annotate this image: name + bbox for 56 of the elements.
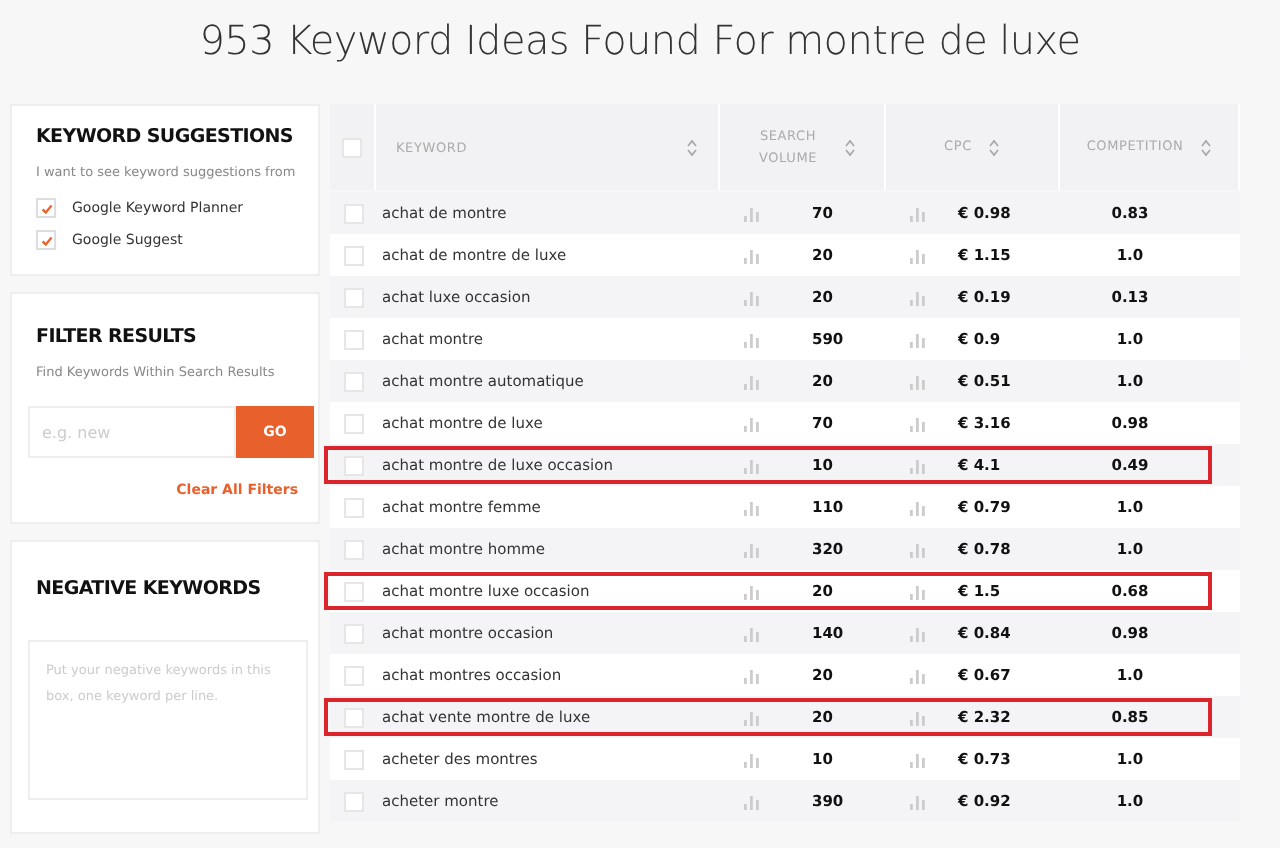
bar-chart-icon[interactable]: [910, 373, 926, 389]
row-checkbox[interactable]: [343, 581, 363, 601]
section-heading: FILTER RESULTS: [36, 326, 199, 348]
row-checkbox[interactable]: [343, 749, 363, 769]
bar-chart-icon[interactable]: [910, 331, 926, 347]
checkbox[interactable]: [36, 198, 56, 218]
sort-icon[interactable]: [1199, 137, 1212, 157]
sort-icon[interactable]: [987, 137, 1000, 157]
bar-chart-icon[interactable]: [744, 751, 760, 767]
bar-chart-icon[interactable]: [744, 667, 760, 683]
sort-icon[interactable]: [686, 137, 698, 157]
row-checkbox[interactable]: [343, 203, 363, 223]
select-all-checkbox[interactable]: [342, 137, 362, 157]
row-checkbox[interactable]: [343, 245, 363, 265]
bar-chart-icon[interactable]: [744, 583, 760, 599]
bar-chart-icon[interactable]: [910, 415, 926, 431]
bar-chart-icon[interactable]: [744, 499, 760, 515]
row-checkbox[interactable]: [343, 329, 363, 349]
section-heading: NEGATIVE KEYWORDS: [36, 578, 263, 600]
bar-chart-icon[interactable]: [744, 709, 760, 725]
bar-chart-icon[interactable]: [910, 499, 926, 515]
bar-chart-icon[interactable]: [744, 457, 760, 473]
row-checkbox[interactable]: [343, 707, 363, 727]
page-title: 953 Keyword Ideas Found For montre de luxe: [197, 14, 1083, 68]
bar-chart-icon[interactable]: [744, 331, 760, 347]
row-checkbox[interactable]: [343, 539, 363, 559]
checkbox[interactable]: [36, 230, 56, 250]
bar-chart-icon[interactable]: [744, 289, 760, 305]
bar-chart-icon[interactable]: [910, 667, 926, 683]
section-heading: KEYWORD SUGGESTIONS: [36, 126, 295, 148]
row-checkbox[interactable]: [343, 413, 363, 433]
sort-icon[interactable]: [844, 137, 856, 157]
bar-chart-icon[interactable]: [910, 583, 926, 599]
bar-chart-icon[interactable]: [910, 205, 926, 221]
row-checkbox[interactable]: [343, 455, 363, 475]
bar-chart-icon[interactable]: [744, 541, 760, 557]
bar-chart-icon[interactable]: [910, 625, 926, 641]
bar-chart-icon[interactable]: [910, 709, 926, 725]
bar-chart-icon[interactable]: [910, 751, 926, 767]
row-checkbox[interactable]: [343, 287, 363, 307]
bar-chart-icon[interactable]: [744, 205, 760, 221]
row-checkbox[interactable]: [343, 371, 363, 391]
bar-chart-icon[interactable]: [910, 247, 926, 263]
row-checkbox[interactable]: [343, 791, 363, 811]
row-checkbox[interactable]: [343, 623, 363, 643]
bar-chart-icon[interactable]: [910, 541, 926, 557]
bar-chart-icon[interactable]: [744, 793, 760, 809]
bar-chart-icon[interactable]: [744, 415, 760, 431]
bar-chart-icon[interactable]: [744, 373, 760, 389]
bar-chart-icon[interactable]: [744, 247, 760, 263]
bar-chart-icon[interactable]: [910, 289, 926, 305]
row-checkbox[interactable]: [343, 497, 363, 517]
bar-chart-icon[interactable]: [910, 457, 926, 473]
bar-chart-icon[interactable]: [910, 793, 926, 809]
row-checkbox[interactable]: [343, 665, 363, 685]
bar-chart-icon[interactable]: [744, 625, 760, 641]
